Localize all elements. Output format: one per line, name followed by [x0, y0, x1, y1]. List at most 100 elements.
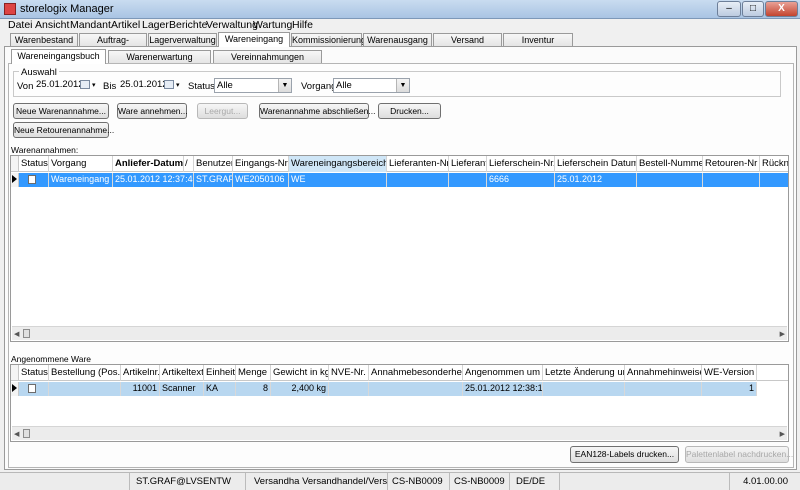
col-annahmebesonderheit[interactable]: Annahmebesonderheit [369, 365, 463, 381]
col-annahmehinweise[interactable]: Annahmehinweise [625, 365, 702, 381]
menu-bar: Datei Ansicht Mandant Artikel Lager Beri… [0, 19, 800, 32]
status-select[interactable]: Alle ▼ [214, 78, 292, 93]
window-title: storelogix Manager [20, 3, 114, 15]
tab-wareneingangsbuch[interactable]: Wareneingangsbuch [11, 49, 106, 64]
warenannahmen-label: Warenannahmen: [11, 145, 79, 155]
ean128-labels-drucken-button[interactable]: EAN128-Labels drucken... [570, 446, 679, 463]
grid-header: Status Bestellung (Pos.) Artikelnr. Arti… [11, 365, 788, 381]
col-status[interactable]: Status [19, 156, 49, 172]
horizontal-scrollbar[interactable]: ◀ ▶ [12, 326, 787, 340]
scroll-thumb[interactable] [23, 429, 30, 438]
angenommene-ware-label: Angenommene Ware [11, 354, 92, 364]
von-label: Von [17, 81, 34, 92]
tab-vereinnahmungen[interactable]: Vereinnahmungen [213, 50, 322, 64]
col-lieferant[interactable]: Lieferant [449, 156, 487, 172]
vorgang-select[interactable]: Alle ▼ [333, 78, 410, 93]
chevron-down-icon[interactable]: ▾ [176, 79, 180, 92]
menu-wartung[interactable]: Wartung [253, 19, 292, 31]
col-wareneingangsbereich[interactable]: Wareneingangsbereich [289, 156, 387, 172]
calendar-icon[interactable] [164, 80, 174, 89]
menu-artikel[interactable]: Artikel [111, 19, 140, 31]
col-benutzer[interactable]: Benutzer [194, 156, 233, 172]
tab-versand[interactable]: Versand [433, 33, 502, 47]
col-we-version[interactable]: WE-Version [702, 365, 757, 381]
col-bestell-nummer[interactable]: Bestell-Nummer [637, 156, 703, 172]
col-menge[interactable]: Menge [236, 365, 271, 381]
tab-auftrag-bearbeitung[interactable]: Auftrag-Bearbeitung [79, 33, 147, 58]
menu-berichte[interactable]: Berichte [169, 19, 208, 31]
col-artikeltext[interactable]: Artikeltext [160, 365, 204, 381]
status-language: DE/DE [510, 473, 560, 490]
col-vorgang[interactable]: Vorgang [49, 156, 113, 172]
tab-kommissionierung[interactable]: Kommissionierung [291, 33, 366, 47]
scroll-right-icon[interactable]: ▶ [780, 330, 785, 338]
col-letzte-aenderung[interactable]: Letzte Änderung um [543, 365, 625, 381]
row-pointer-icon [12, 384, 17, 392]
close-button[interactable]: X [765, 1, 798, 17]
col-retouren-nr[interactable]: Retouren-Nr [703, 156, 760, 172]
status-printer: CS-NB0009 [450, 473, 510, 490]
bis-label: Bis [103, 81, 117, 92]
menu-hilfe[interactable]: Hilfe [292, 19, 313, 31]
calendar-icon[interactable] [80, 80, 90, 89]
scroll-thumb[interactable] [23, 329, 30, 338]
angenommene-ware-grid: Status Bestellung (Pos.) Artikelnr. Arti… [10, 364, 789, 442]
horizontal-scrollbar[interactable]: ◀ ▶ [12, 426, 787, 440]
chevron-down-icon[interactable]: ▼ [278, 79, 291, 92]
auswahl-title: Auswahl [19, 67, 59, 78]
title-bar: storelogix Manager – □ X [0, 0, 800, 19]
col-lieferschein-datum[interactable]: Lieferschein Datum [555, 156, 637, 172]
col-rueckn[interactable]: Rückn [760, 156, 788, 172]
status-icon [28, 384, 36, 393]
col-gewicht[interactable]: Gewicht in kg [271, 365, 329, 381]
col-artikelnr[interactable]: Artikelnr. [121, 365, 160, 381]
ware-annehmen-button[interactable]: Ware annehmen... [117, 103, 188, 119]
maximize-button[interactable]: □ [742, 1, 764, 17]
grid-header: Status Vorgang Anliefer-Datum / Benutzer… [11, 156, 788, 172]
col-bestellung[interactable]: Bestellung (Pos.) [49, 365, 121, 381]
chevron-down-icon[interactable]: ▾ [92, 79, 96, 92]
status-icon [28, 175, 36, 184]
tab-warenausgang[interactable]: Warenausgang [363, 33, 432, 47]
tab-inventur[interactable]: Inventur [503, 33, 573, 47]
scroll-left-icon[interactable]: ◀ [14, 430, 19, 438]
scroll-left-icon[interactable]: ◀ [14, 330, 19, 338]
von-date-field[interactable]: 25.01.2012 ▾ [34, 78, 96, 93]
status-workstation: CS-NB0009 [388, 473, 450, 490]
menu-datei[interactable]: Datei [8, 19, 33, 31]
col-einheit[interactable]: Einheit [204, 365, 236, 381]
col-lieferanten-nr[interactable]: Lieferanten-Nr [387, 156, 449, 172]
tab-warenerwartung[interactable]: Warenerwartung [108, 50, 211, 64]
row-pointer-icon [12, 175, 17, 183]
status-cell [0, 473, 130, 490]
leergut-button[interactable]: Leergut... [197, 103, 248, 119]
palettenlabel-nachdrucken-button[interactable]: Palettenlabel nachdrucken... [685, 446, 793, 463]
chevron-down-icon[interactable]: ▼ [396, 79, 409, 92]
menu-verwaltung[interactable]: Verwaltung [206, 19, 258, 31]
table-row[interactable]: 11001 Scanner KA 8 2,400 kg 25.01.2012 1… [11, 382, 788, 396]
tab-wareneingang[interactable]: Wareneingang [218, 32, 290, 47]
table-row[interactable]: Wareneingang 25.01.2012 12:37:40 ST.GRAF… [11, 173, 788, 187]
scroll-right-icon[interactable]: ▶ [780, 430, 785, 438]
warenannahmen-grid: Status Vorgang Anliefer-Datum / Benutzer… [10, 155, 789, 342]
bis-date-field[interactable]: 25.01.2012 ▾ [118, 78, 180, 93]
col-status[interactable]: Status [19, 365, 49, 381]
col-angenommen-um[interactable]: Angenommen um [463, 365, 543, 381]
col-nve-nr[interactable]: NVE-Nr. [329, 365, 369, 381]
drucken-button[interactable]: Drucken... [378, 103, 441, 119]
col-anliefer-datum[interactable]: Anliefer-Datum [113, 156, 184, 172]
app-icon [4, 3, 16, 15]
col-eingangs-nr[interactable]: Eingangs-Nr [233, 156, 289, 172]
tab-lagerverwaltung[interactable]: Lagerverwaltung [148, 33, 217, 47]
status-user: ST.GRAF@LVSENTW [130, 473, 246, 490]
menu-lager[interactable]: Lager [142, 19, 169, 31]
warenannahme-abschliessen-button[interactable]: Warenannahme abschließen... [259, 103, 375, 119]
menu-mandant[interactable]: Mandant [70, 19, 111, 31]
neue-warenannahme-button[interactable]: Neue Warenannahme... [13, 103, 109, 119]
menu-ansicht[interactable]: Ansicht [35, 19, 69, 31]
minimize-button[interactable]: – [717, 1, 741, 17]
col-lieferschein-nr[interactable]: Lieferschein-Nr. [487, 156, 555, 172]
neue-retourenannahme-button[interactable]: Neue Retourenannahme... [13, 122, 114, 138]
tab-warenbestand[interactable]: Warenbestand [10, 33, 78, 47]
sort-indicator: / [184, 156, 194, 172]
